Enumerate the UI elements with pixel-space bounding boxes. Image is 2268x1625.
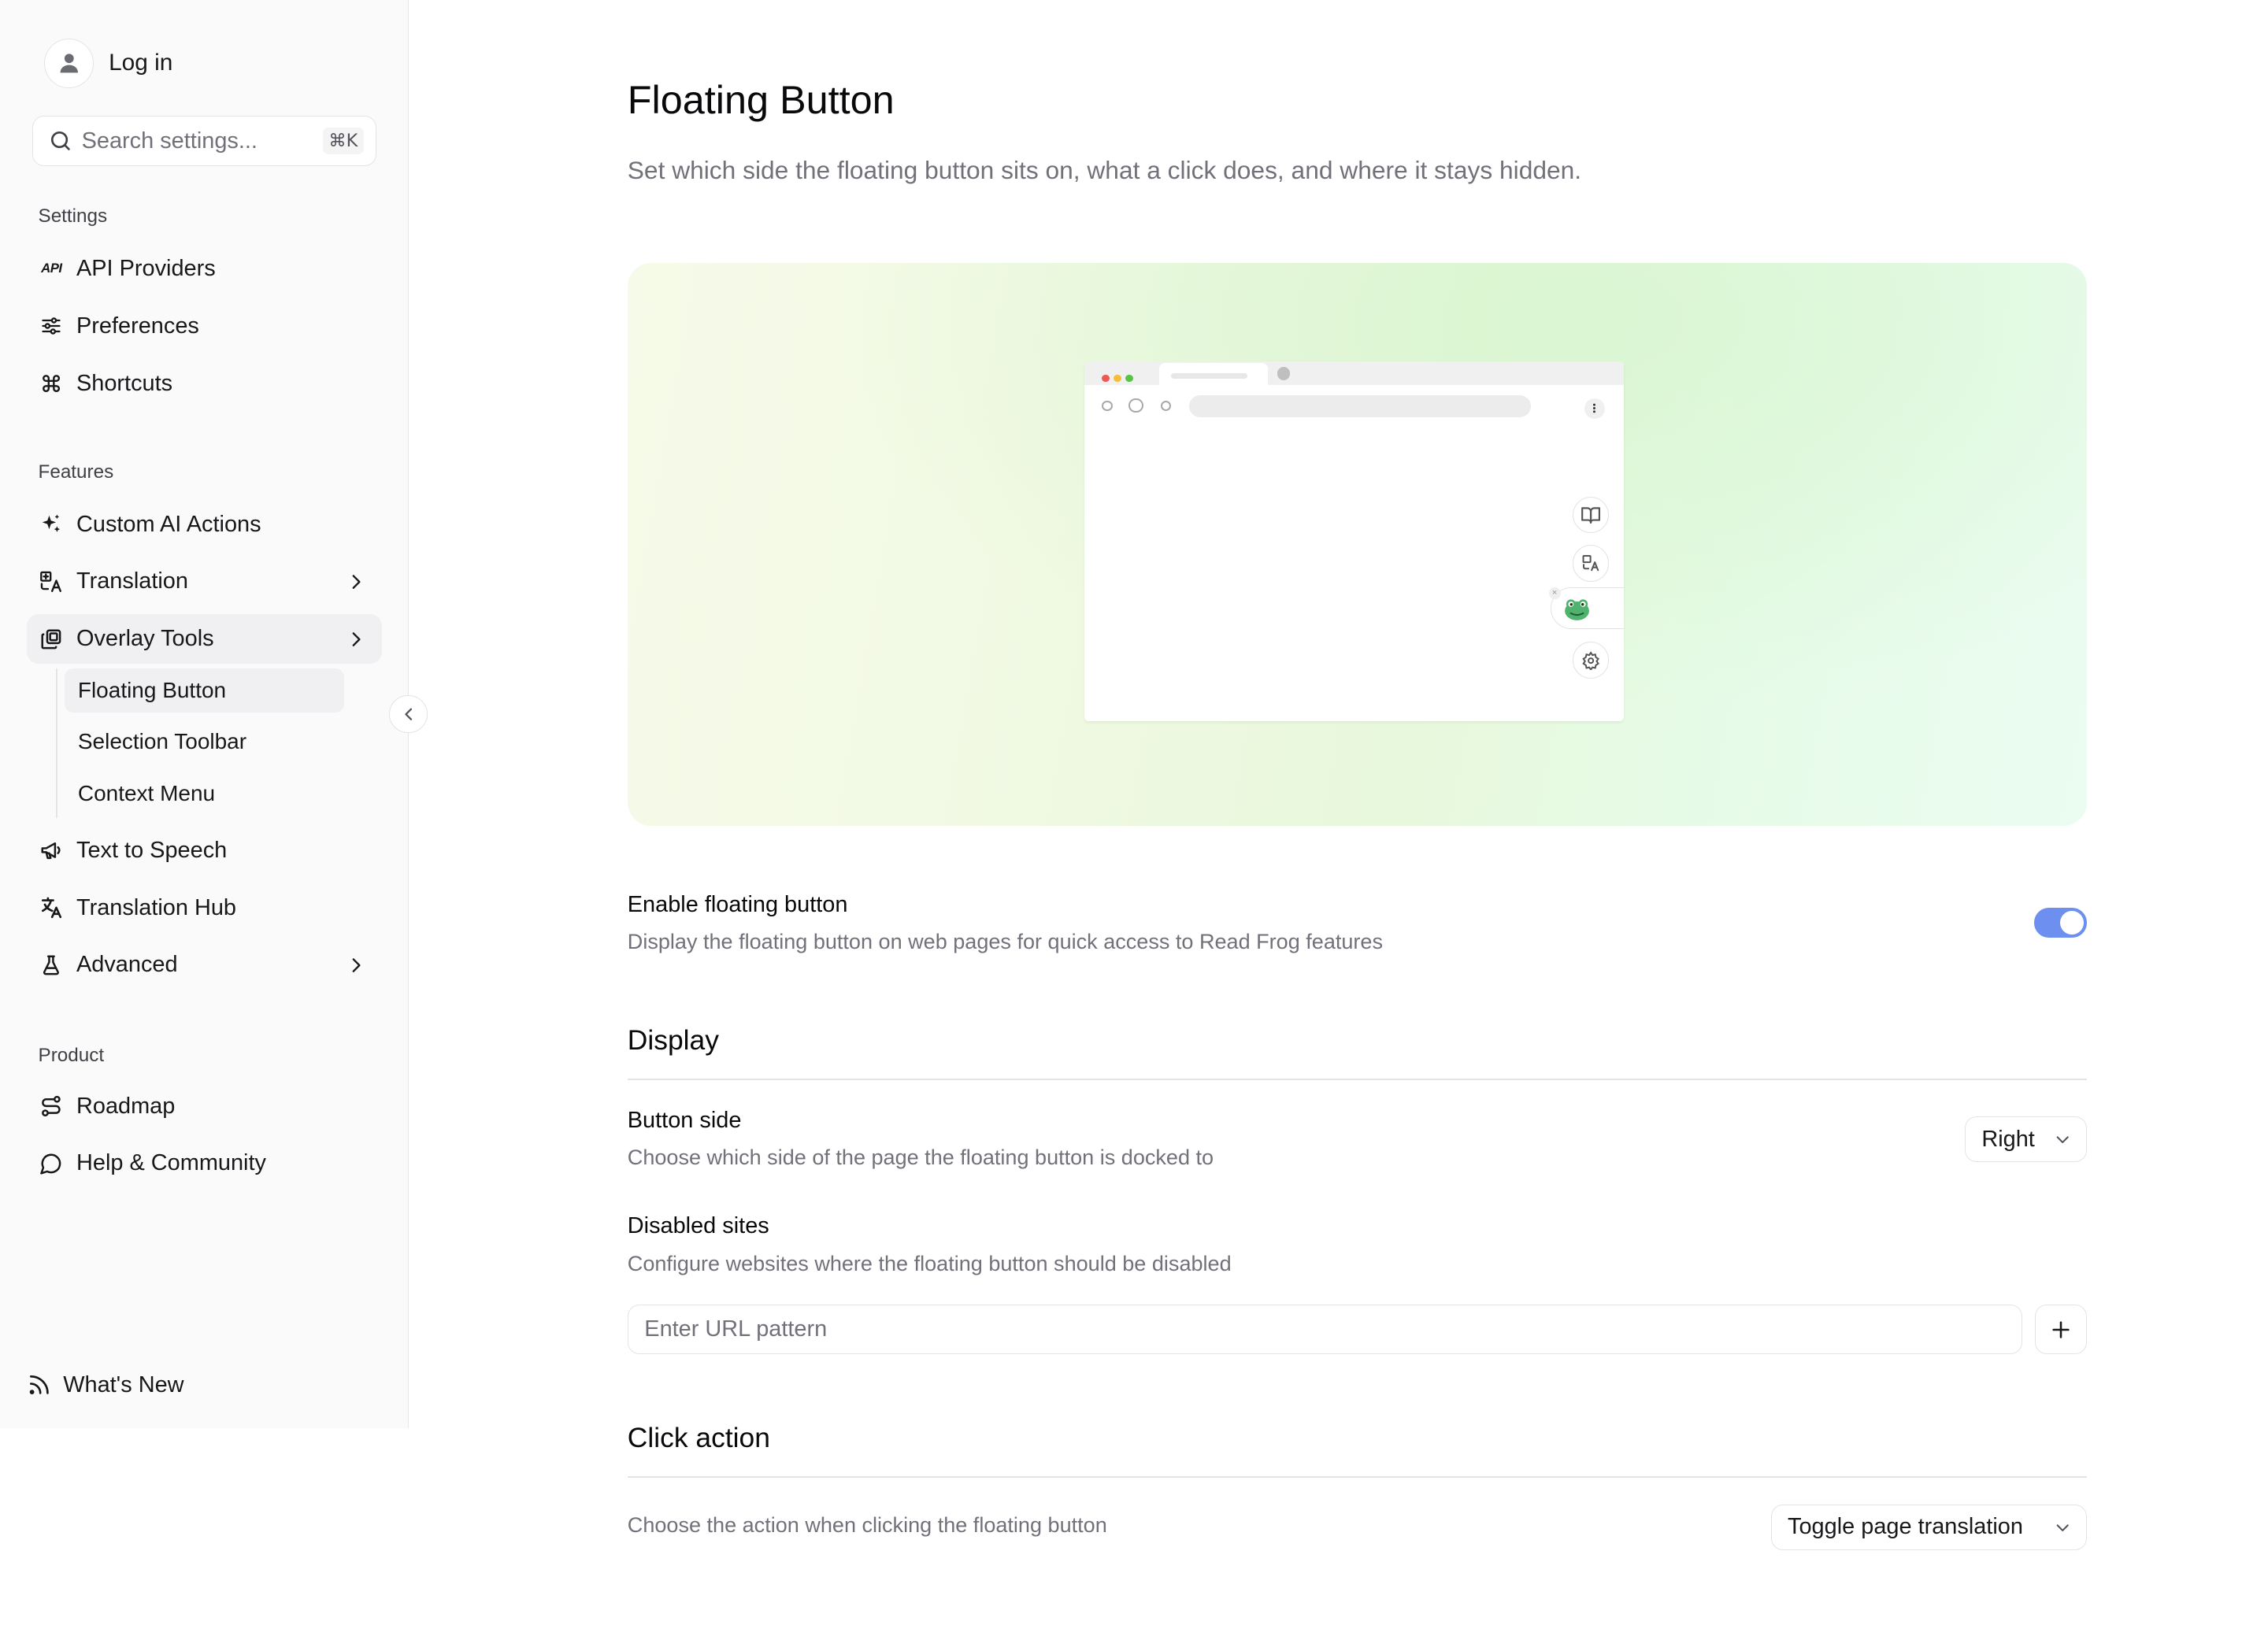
sidebar-item-roadmap[interactable]: Roadmap	[27, 1081, 383, 1131]
sidebar-item-api-providers[interactable]: API API Providers	[27, 244, 383, 294]
display-section-divider	[627, 1078, 2087, 1080]
reload-icon	[1161, 401, 1172, 412]
group-label-product: Product	[38, 1044, 105, 1066]
display-section-title: Display	[627, 1023, 719, 1056]
sidebar-item-translation-hub[interactable]: Translation Hub	[27, 883, 383, 932]
flask-icon	[39, 952, 65, 979]
rss-icon	[27, 1372, 52, 1397]
window-zoom-dot	[1125, 374, 1133, 383]
layers-copy-icon	[39, 626, 65, 653]
mock-tab-title	[1171, 372, 1248, 379]
sidebar-item-help-community[interactable]: Help & Community	[27, 1138, 383, 1188]
sidebar-item-advanced[interactable]: Advanced	[27, 940, 383, 990]
button-side-value: Right	[1981, 1126, 2035, 1152]
enable-floating-button-description: Display the floating button on web pages…	[627, 930, 1383, 954]
frog-icon	[1561, 592, 1593, 624]
sidebar-item-label: Advanced	[76, 952, 178, 978]
close-icon: ×	[1548, 587, 1561, 600]
sidebar-item-shortcuts[interactable]: Shortcuts	[27, 358, 383, 408]
login-button[interactable]: Log in	[43, 38, 173, 88]
sidebar-item-label: Shortcuts	[76, 370, 173, 396]
sidebar-item-label: Preferences	[76, 313, 199, 339]
chevron-down-icon	[2056, 1136, 2069, 1143]
settings-search[interactable]: ⌘K	[32, 116, 376, 166]
sidebar-item-label: Translation Hub	[76, 894, 236, 920]
chevron-right-icon	[344, 627, 368, 651]
command-icon	[39, 370, 65, 397]
group-label-features: Features	[38, 461, 114, 483]
button-side-description: Choose which side of the page the floati…	[627, 1146, 1214, 1170]
search-shortcut-badge: ⌘K	[322, 128, 364, 154]
button-side-title: Button side	[627, 1107, 742, 1133]
sidebar-item-overlay-tools[interactable]: Overlay Tools	[26, 613, 383, 664]
plus-icon	[2052, 1321, 2070, 1338]
page-title: Floating Button	[627, 77, 895, 123]
click-action-section-divider	[627, 1476, 2087, 1479]
api-icon: API	[41, 261, 62, 276]
sidebar-item-label: Help & Community	[76, 1150, 266, 1176]
disabled-sites-description: Configure websites where the floating bu…	[627, 1251, 1232, 1275]
chevron-down-icon	[2056, 1523, 2069, 1531]
book-icon	[1572, 496, 1610, 534]
route-icon	[39, 1093, 65, 1120]
translate-icon	[1572, 545, 1610, 582]
sidebar-item-label: Text to Speech	[76, 837, 228, 863]
user-icon	[43, 38, 94, 88]
sidebar-item-label: Roadmap	[76, 1093, 176, 1119]
back-icon	[1102, 401, 1113, 412]
search-icon	[48, 128, 73, 154]
whats-new-link[interactable]: What's New	[27, 1372, 184, 1398]
click-action-section-title: Click action	[627, 1422, 770, 1454]
window-close-dot	[1102, 374, 1110, 383]
window-minimize-dot	[1114, 374, 1121, 383]
chevron-left-icon	[404, 708, 412, 720]
enable-floating-button-title: Enable floating button	[627, 891, 848, 917]
home-icon	[1128, 398, 1143, 413]
sidebar-item-label: API Providers	[76, 255, 216, 281]
settings-app: Log in ⌘K Settings API API Providers Pre…	[0, 0, 2267, 1616]
sidebar-item-preferences[interactable]: Preferences	[27, 302, 383, 351]
languages-icon	[39, 894, 65, 921]
mock-address-bar	[1188, 394, 1532, 417]
translate-icon	[39, 568, 65, 595]
submenu-guide-line	[55, 668, 57, 819]
collapse-sidebar-button[interactable]	[389, 694, 428, 734]
kebab-menu-icon	[1584, 398, 1605, 419]
click-action-description: Choose the action when clicking the floa…	[627, 1512, 1107, 1537]
toggle-knob	[2060, 910, 2084, 935]
sidebar-item-label: Translation	[76, 568, 188, 594]
click-action-select[interactable]: Toggle page translation	[1770, 1504, 2087, 1550]
search-input[interactable]	[81, 128, 323, 154]
group-label-settings: Settings	[38, 205, 108, 228]
megaphone-icon	[39, 838, 65, 864]
page-description: Set which side the floating button sits …	[627, 155, 1582, 184]
sidebar-subitem-context-menu[interactable]: Context Menu	[65, 772, 344, 816]
sidebar-item-text-to-speech[interactable]: Text to Speech	[27, 826, 383, 875]
enable-floating-button-toggle[interactable]	[2033, 908, 2087, 938]
floating-button-preview: ×	[627, 263, 2087, 826]
add-url-pattern-button[interactable]	[2035, 1305, 2087, 1355]
browser-mockup: ×	[1084, 361, 1624, 722]
disabled-sites-title: Disabled sites	[627, 1213, 769, 1239]
chevron-right-icon	[344, 953, 368, 977]
mock-tab	[1159, 362, 1269, 387]
button-side-select[interactable]: Right	[1964, 1116, 2087, 1162]
sidebar-item-label: Overlay Tools	[76, 626, 214, 652]
login-label: Log in	[109, 50, 173, 76]
sparkles-icon	[39, 511, 65, 538]
sidebar-item-label: Custom AI Actions	[76, 511, 261, 537]
chevron-right-icon	[344, 570, 368, 594]
sidebar: Log in ⌘K Settings API API Providers Pre…	[0, 0, 409, 1428]
message-circle-icon	[39, 1150, 65, 1177]
whats-new-label: What's New	[63, 1371, 184, 1397]
sidebar-subitem-selection-toolbar[interactable]: Selection Toolbar	[65, 720, 344, 764]
settings-gear-icon	[1572, 642, 1610, 679]
click-action-value: Toggle page translation	[1788, 1514, 2023, 1540]
sidebar-item-translation[interactable]: Translation	[27, 557, 383, 606]
url-pattern-input[interactable]	[627, 1305, 2022, 1355]
sidebar-subitem-floating-button[interactable]: Floating Button	[65, 668, 344, 713]
sidebar-item-custom-ai-actions[interactable]: Custom AI Actions	[27, 499, 383, 549]
sliders-icon	[39, 313, 65, 339]
